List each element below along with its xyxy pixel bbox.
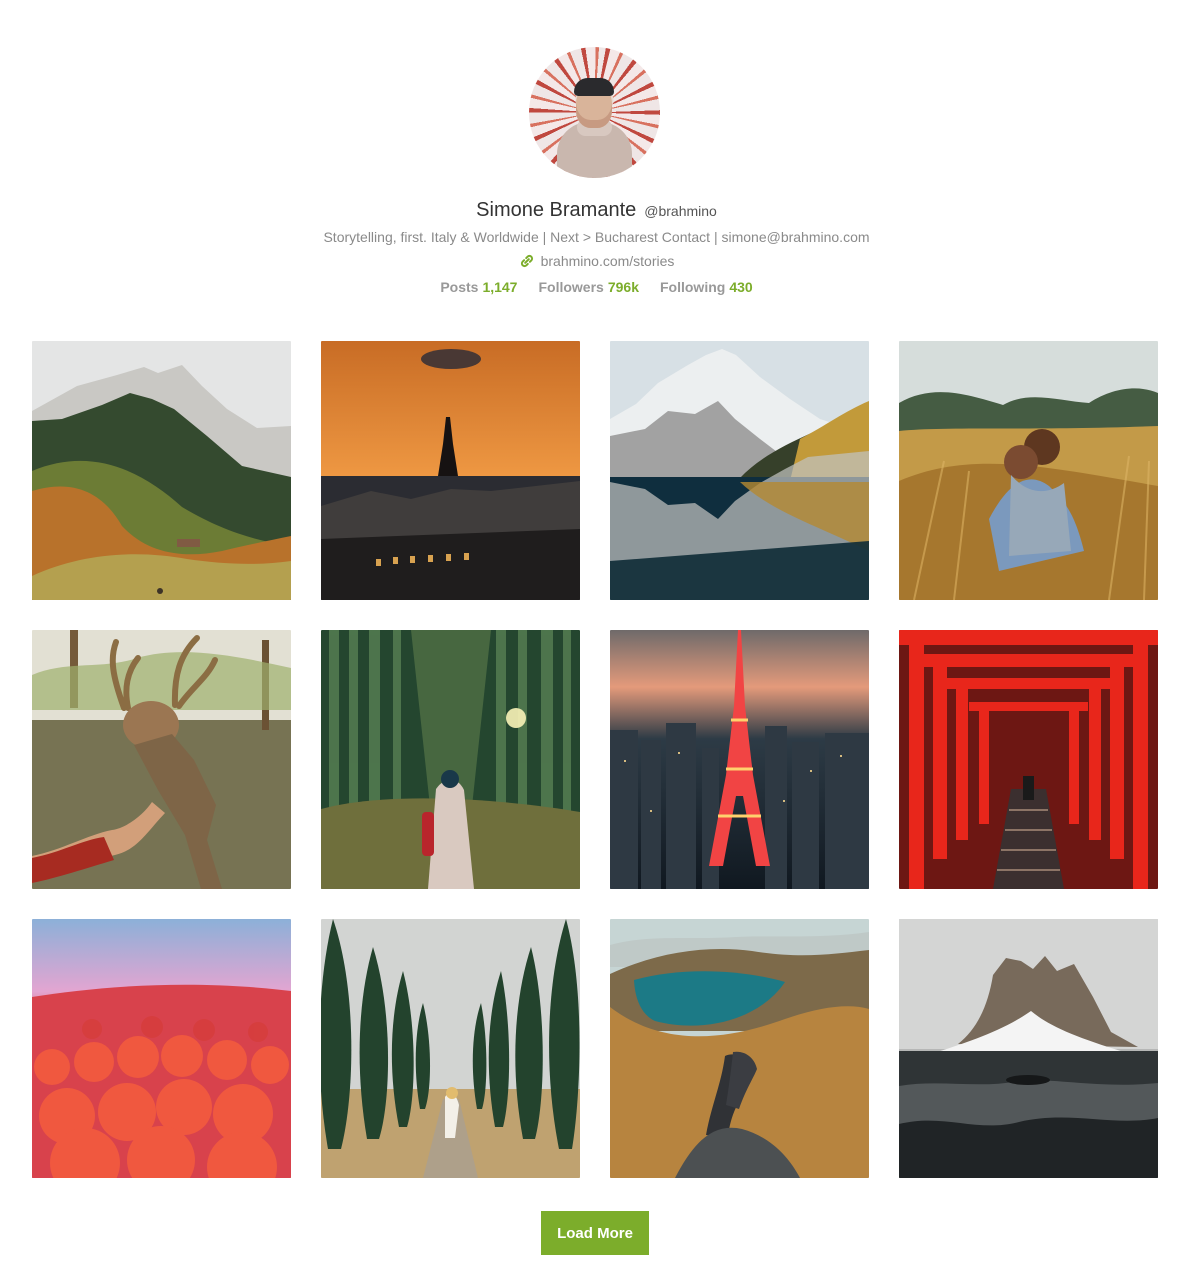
couple-wheat-field-photo (899, 341, 1158, 600)
profile-website-link[interactable]: brahmino.com/stories (541, 253, 675, 269)
deer-hand-photo (32, 630, 291, 889)
autumn-mountain-photo (32, 341, 291, 600)
gallery-item-snowy-peak-sea[interactable] (899, 919, 1158, 1178)
profile-handle[interactable]: @brahmino (644, 203, 717, 219)
stat-following-value: 430 (729, 279, 753, 295)
profile-name-row: Simone Bramante @brahmino (0, 199, 1193, 222)
gallery-item-deer-hand[interactable] (32, 630, 291, 889)
gallery-item-cypress-road[interactable] (321, 919, 580, 1178)
gallery-item-paris-sunset[interactable] (321, 341, 580, 600)
stat-following-label: Following (660, 279, 726, 295)
gallery-item-lake-legs-view[interactable] (610, 919, 869, 1178)
avatar-hair (574, 78, 614, 96)
gallery-item-red-bushes[interactable] (32, 919, 291, 1178)
photo-grid (32, 341, 1158, 1178)
paris-sunset-eiffel-photo (321, 341, 580, 600)
stat-following: Following 430 (660, 279, 753, 295)
gallery-item-mountain-lake[interactable] (610, 341, 869, 600)
red-bushes-field-photo (32, 919, 291, 1178)
load-more-button[interactable]: Load More (541, 1211, 649, 1255)
gallery-item-couple-wheat-field[interactable] (899, 341, 1158, 600)
cypress-road-photo (321, 919, 580, 1178)
profile-bio: Storytelling, first. Italy & Worldwide |… (323, 229, 870, 245)
stat-followers-value: 796k (607, 279, 639, 295)
gallery-item-red-torii-gates[interactable] (899, 630, 1158, 889)
profile-stats: Posts 1,147 Followers 796k Following 430 (0, 279, 1193, 295)
mountain-lake-reflection-photo (610, 341, 869, 600)
profile-name: Simone Bramante (476, 199, 637, 221)
gallery-item-tokyo-tower[interactable] (610, 630, 869, 889)
tokyo-tower-night-photo (610, 630, 869, 889)
link-icon (519, 253, 535, 269)
bamboo-forest-photo (321, 630, 580, 889)
red-torii-gates-photo (899, 630, 1158, 889)
profile-avatar[interactable] (529, 47, 660, 178)
profile-website[interactable]: brahmino.com/stories (0, 253, 1193, 269)
stat-posts-value: 1,147 (482, 279, 518, 295)
stat-posts: Posts 1,147 (440, 279, 517, 295)
gallery-item-bamboo-forest[interactable] (321, 630, 580, 889)
gallery-item-autumn-mountain[interactable] (32, 341, 291, 600)
snowy-peak-sea-photo (899, 919, 1158, 1178)
stat-posts-label: Posts (440, 279, 479, 295)
lake-legs-view-photo (610, 919, 869, 1178)
stat-followers-label: Followers (538, 279, 604, 295)
stat-followers: Followers 796k (538, 279, 639, 295)
